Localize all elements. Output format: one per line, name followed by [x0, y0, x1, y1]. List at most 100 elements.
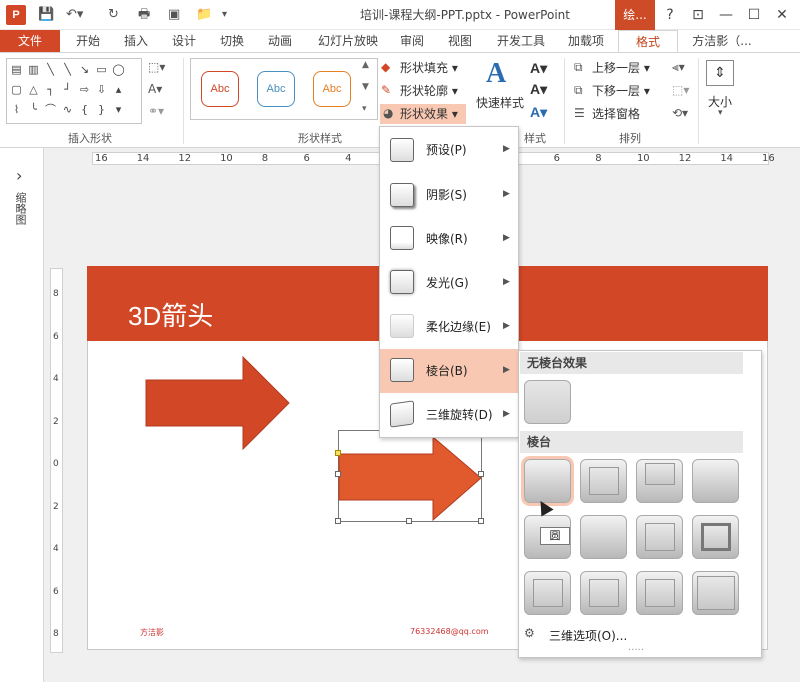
ruler-tick-label: 6 [553, 153, 560, 164]
edit-shape-icon[interactable]: ⬚▾ [148, 60, 165, 74]
print-preview-icon[interactable]: 🖶 [138, 6, 150, 24]
triangle-icon[interactable]: △ [25, 81, 42, 99]
redo-icon[interactable]: ↻ [108, 6, 119, 24]
open-folder-icon[interactable]: 📁 [196, 6, 212, 24]
tab-file[interactable]: 文件 [0, 30, 60, 53]
elbow-connector-icon[interactable]: ┐ [42, 81, 59, 99]
tab-user-account[interactable]: 方洁影（... [680, 30, 764, 53]
more-shapes-icon[interactable]: ▾ [110, 101, 127, 119]
shape-fill-button[interactable]: 形状填充 ▾ [400, 58, 458, 78]
tab-slideshow[interactable]: 幻灯片放映 [306, 30, 390, 53]
gallery-more-icon[interactable]: ▾ [362, 104, 367, 114]
text-fill-icon[interactable]: A▾ [530, 60, 547, 77]
brace-icon[interactable]: } [93, 101, 110, 119]
send-backward-button[interactable]: 下移一层 ▾ [592, 81, 650, 101]
line-icon[interactable]: ╲ [59, 61, 76, 79]
text-box-icon[interactable]: A▾ [148, 82, 162, 96]
bring-forward-button[interactable]: 上移一层 ▾ [592, 58, 650, 78]
rounded-rectangle-icon[interactable]: ▢ [8, 81, 25, 99]
elbow-connector-icon[interactable]: ┘ [59, 81, 76, 99]
tab-format[interactable]: 格式 [618, 30, 678, 53]
bevel-circle-option[interactable] [524, 459, 571, 503]
tab-view[interactable]: 视图 [438, 30, 482, 53]
style-preset-amber[interactable]: Abc [313, 71, 351, 107]
undo-icon[interactable]: ↶▾ [66, 6, 83, 24]
bevel-divot-option[interactable] [524, 571, 571, 615]
quick-styles-button[interactable]: 快速样式 [476, 93, 524, 113]
bevel-art-deco-option[interactable] [692, 571, 739, 615]
vertical-textbox-icon[interactable]: ▥ [25, 61, 42, 79]
text-outline-icon[interactable]: A▾ [530, 81, 547, 98]
merge-shapes-icon[interactable]: ⚭▾ [148, 104, 164, 118]
tab-transitions[interactable]: 切换 [210, 30, 254, 53]
style-preset-orange[interactable]: Abc [201, 71, 239, 107]
shape-style-gallery[interactable]: Abc Abc Abc [190, 58, 378, 120]
rectangle-icon[interactable]: ▭ [93, 61, 110, 79]
bevel-hard-edge-option[interactable] [636, 571, 683, 615]
bevel-cool-slant-option[interactable] [692, 459, 739, 503]
help-button[interactable]: ? [656, 0, 684, 30]
tab-developer[interactable]: 开发工具 [488, 30, 554, 53]
align-icon[interactable]: ⫷▾ [672, 60, 685, 75]
block-arrow-down-icon[interactable]: ⇩ [93, 81, 110, 99]
tab-review[interactable]: 审阅 [390, 30, 434, 53]
textbox-icon[interactable]: ▤ [8, 61, 25, 79]
block-arrow-right-icon[interactable]: ⇨ [76, 81, 93, 99]
brace-icon[interactable]: { [76, 101, 93, 119]
selection-pane-button[interactable]: 选择窗格 [592, 104, 640, 124]
3d-options-link[interactable]: 三维选项(O)... [549, 627, 627, 644]
resize-handle[interactable] [335, 471, 341, 477]
close-button[interactable]: ✕ [768, 0, 796, 30]
customize-qat-icon[interactable]: ▾ [222, 6, 227, 24]
arc-icon[interactable]: ⌒ [42, 101, 59, 119]
slide-title[interactable]: 3D箭头 [128, 296, 213, 333]
ribbon-display-button[interactable]: ⊡ [684, 0, 712, 30]
resize-handle[interactable] [478, 471, 484, 477]
bevel-slope-option[interactable] [692, 515, 739, 559]
gallery-scroll-down-icon[interactable]: ▼ [362, 82, 369, 92]
drawing-tools-context-tab[interactable]: 绘... [615, 0, 655, 30]
resize-handle[interactable] [406, 518, 412, 524]
group-separator [183, 58, 184, 144]
rotate-icon[interactable]: ⟲▾ [672, 106, 688, 120]
adjustment-handle[interactable] [335, 450, 341, 456]
shapes-gallery[interactable]: ▤ ▥ ╲ ╲ ↘ ▭ ◯ ▢ △ ┐ ┘ ⇨ ⇩ ▴ ⌇ ╰ ⌒ ∿ { } … [6, 58, 142, 124]
oval-icon[interactable]: ◯ [110, 61, 127, 79]
tab-design[interactable]: 设计 [162, 30, 206, 53]
shape-outline-button[interactable]: 形状轮廓 ▾ [400, 81, 458, 101]
line-icon[interactable]: ╲ [42, 61, 59, 79]
art-styles-group-label: 样式 [524, 132, 546, 145]
scroll-up-icon[interactable]: ▴ [110, 81, 127, 99]
bevel-cross-option[interactable] [636, 459, 683, 503]
minimize-button[interactable]: — [712, 0, 740, 30]
tab-addins[interactable]: 加载项 [556, 30, 616, 53]
arrow-line-icon[interactable]: ↘ [76, 61, 93, 79]
expand-panel-chevron-icon[interactable]: › [16, 166, 22, 185]
no-bevel-option[interactable] [524, 380, 571, 424]
selected-arrow-shape[interactable] [338, 436, 484, 522]
bevel-relaxed-inset-option[interactable] [580, 459, 627, 503]
size-dropdown-icon[interactable]: ▾ [718, 108, 723, 118]
curve-icon[interactable]: ╰ [25, 101, 42, 119]
menu-item-label: 棱台(B) [426, 364, 468, 378]
bevel-soft-round-option[interactable] [580, 515, 627, 559]
bevel-riblet-option[interactable] [580, 571, 627, 615]
resize-handle[interactable] [478, 518, 484, 524]
tab-insert[interactable]: 插入 [114, 30, 158, 53]
maximize-button[interactable]: ☐ [740, 0, 768, 30]
tab-home[interactable]: 开始 [66, 30, 110, 53]
resize-handle[interactable] [335, 518, 341, 524]
gallery-scroll-up-icon[interactable]: ▲ [362, 60, 369, 70]
save-icon[interactable]: 💾 [38, 6, 54, 24]
text-effects-icon[interactable]: A▾ [530, 104, 547, 121]
style-preset-blue[interactable]: Abc [257, 71, 295, 107]
group-icon[interactable]: ⬚▾ [672, 83, 689, 97]
freeform-icon[interactable]: ⌇ [8, 101, 25, 119]
format-painter-icon[interactable]: ▣ [168, 6, 180, 24]
resize-grip-icon[interactable]: ····· [628, 645, 644, 656]
slide-arrow-shape[interactable] [145, 356, 291, 450]
tab-animations[interactable]: 动画 [258, 30, 302, 53]
wave-icon[interactable]: ∿ [59, 101, 76, 119]
quick-styles-icon[interactable]: A [486, 58, 506, 90]
bevel-convex-option[interactable] [636, 515, 683, 559]
